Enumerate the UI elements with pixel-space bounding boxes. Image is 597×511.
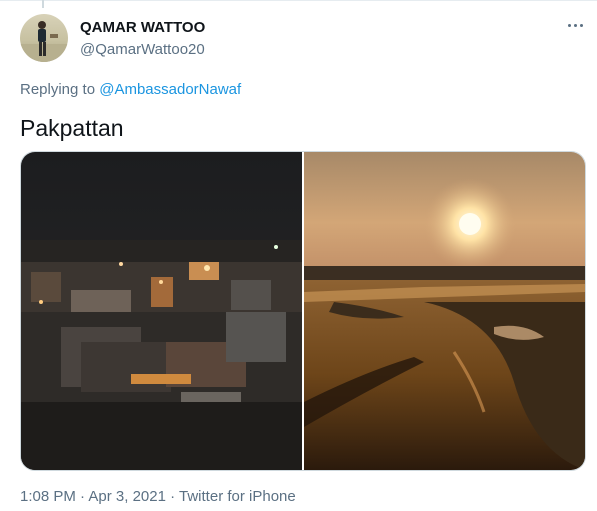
author-handle[interactable]: @QamarWattoo20: [80, 41, 205, 58]
more-icon[interactable]: [566, 15, 586, 35]
tweet-meta: 1:08 PM · Apr 3, 2021 · Twitter for iPho…: [20, 488, 296, 505]
author-name[interactable]: QAMAR WATTOO: [80, 19, 205, 36]
tweet-source[interactable]: Twitter for iPhone: [179, 488, 296, 505]
photo-river-sunset[interactable]: [304, 152, 585, 470]
avatar[interactable]: [20, 14, 68, 62]
media-grid: [20, 151, 586, 471]
replying-to: Replying to @AmbassadorNawaf: [20, 81, 241, 98]
photo-night-cityscape[interactable]: [21, 152, 302, 470]
tweet-date[interactable]: Apr 3, 2021: [88, 488, 166, 505]
tweet-time[interactable]: 1:08 PM: [20, 488, 76, 505]
night-cityscape-image: [21, 152, 302, 470]
river-sunset-image: [304, 152, 585, 470]
thread-connector-line: [42, 0, 44, 8]
meta-separator: ·: [75, 488, 89, 505]
avatar-image: [20, 21, 68, 62]
replying-to-label: Replying to: [20, 81, 100, 98]
reply-mention-link[interactable]: @AmbassadorNawaf: [99, 81, 241, 98]
meta-separator: ·: [165, 488, 180, 505]
tweet-text: Pakpattan: [20, 115, 124, 141]
tweet-top-border: [0, 0, 597, 4]
